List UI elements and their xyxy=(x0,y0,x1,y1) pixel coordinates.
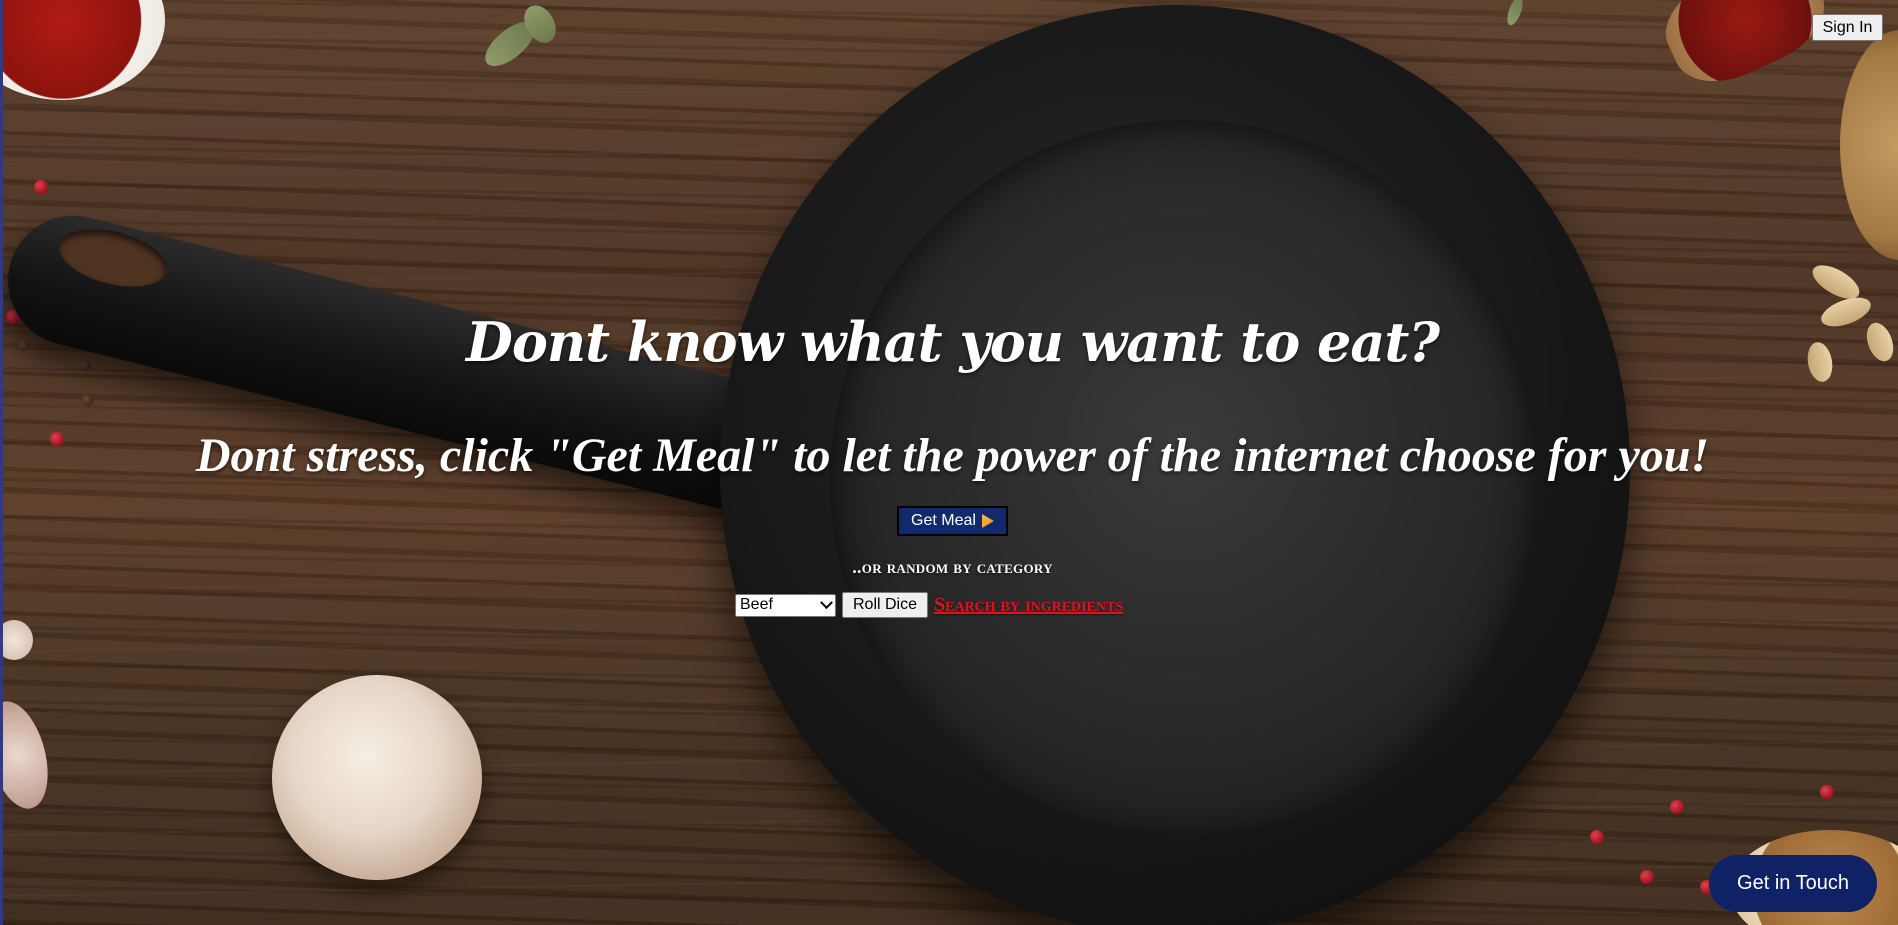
search-by-ingredients-link[interactable]: Search by ingredients xyxy=(934,594,1123,617)
page-subtitle: Dont stress, click "Get Meal" to let the… xyxy=(195,429,1710,482)
get-in-touch-button[interactable]: Get in Touch xyxy=(1709,855,1877,912)
page-background: Dont know what you want to eat? Dont str… xyxy=(0,0,1898,925)
random-category-label: ..or random by category xyxy=(852,557,1053,577)
category-controls: Beef Roll Dice Search by ingredients xyxy=(735,592,1123,618)
sign-in-button[interactable]: Sign In xyxy=(1812,14,1883,41)
category-select-value: Beef xyxy=(740,596,773,613)
chevron-down-icon xyxy=(820,595,833,609)
get-meal-button[interactable]: Get Meal xyxy=(897,506,1008,536)
hero-section: Dont know what you want to eat? Dont str… xyxy=(0,0,1898,925)
roll-dice-button[interactable]: Roll Dice xyxy=(842,592,928,618)
get-meal-label: Get Meal xyxy=(911,512,976,529)
page-title: Dont know what you want to eat? xyxy=(466,310,1440,374)
pizza-icon xyxy=(981,514,994,528)
category-select[interactable]: Beef xyxy=(735,593,836,617)
